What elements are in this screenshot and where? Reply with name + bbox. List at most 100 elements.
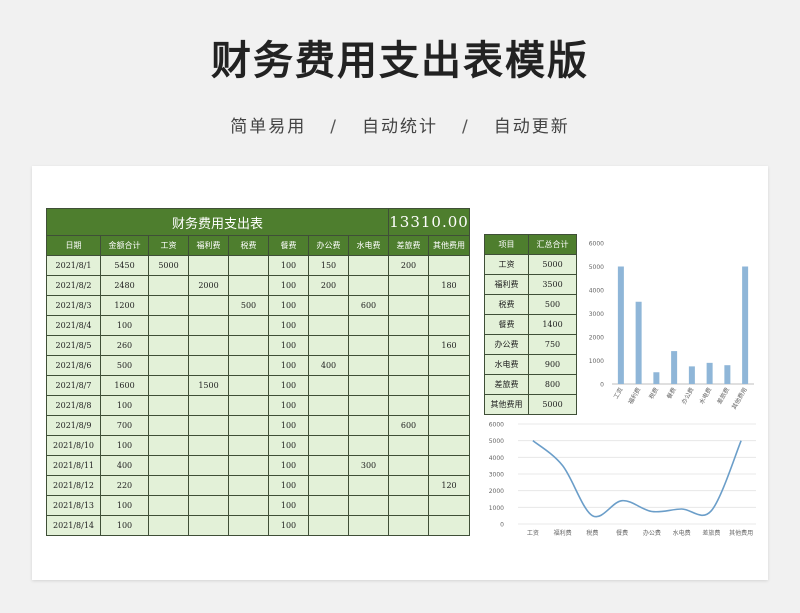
- x-tick-label: 差旅费: [702, 529, 720, 537]
- y-tick-label: 6000: [589, 241, 604, 248]
- summary-cell: 3500: [528, 274, 577, 295]
- table-cell: [308, 515, 349, 536]
- table-cell: [428, 375, 471, 396]
- table-cell: [308, 455, 349, 476]
- table-cell: [308, 295, 349, 316]
- table-cell: [347, 495, 390, 516]
- bar: [742, 266, 749, 384]
- table-cell: 1200: [100, 295, 149, 316]
- table-cell: [188, 255, 229, 276]
- table-cell: 2021/8/4: [46, 315, 101, 336]
- subtitle: 简单易用 / 自动统计 / 自动更新: [0, 112, 800, 137]
- subtitle-item-2: 自动统计: [362, 117, 438, 137]
- table-cell: [428, 515, 471, 536]
- summary-row: 福利费 3500: [484, 274, 577, 295]
- table-cell: [148, 455, 189, 476]
- table-cell: 100: [268, 435, 309, 456]
- column-header: 差旅费: [388, 235, 430, 256]
- table-cell: 2021/8/1: [46, 255, 101, 276]
- table-cell: 180: [428, 275, 471, 296]
- x-tick-label: 其他费用: [730, 386, 749, 411]
- table-cell: [388, 295, 430, 316]
- table-cell: [228, 315, 269, 336]
- table-cell: 2021/8/12: [46, 475, 101, 496]
- summary-cell: 福利费: [484, 274, 529, 295]
- table-cell: [388, 495, 430, 516]
- table-row: 2021/8/10 100 100: [46, 435, 471, 456]
- x-tick-label: 办公费: [680, 386, 696, 406]
- y-tick-label: 1000: [589, 358, 604, 365]
- x-tick-label: 税费: [647, 386, 660, 400]
- summary-cell: 750: [528, 334, 577, 355]
- table-row: 2021/8/12 220 100 120: [46, 475, 471, 496]
- y-tick-label: 1000: [489, 505, 504, 512]
- table-cell: 100: [268, 255, 309, 276]
- table-cell: [347, 355, 390, 376]
- table-cell: [428, 355, 471, 376]
- table-cell: 100: [268, 495, 309, 516]
- x-tick-label: 餐费: [616, 529, 628, 537]
- summary-cell: 工资: [484, 254, 529, 275]
- summary-cell: 800: [528, 374, 577, 395]
- table-cell: [188, 335, 229, 356]
- page-title: 财务费用支出表模版: [211, 38, 589, 84]
- table-cell: [388, 375, 430, 396]
- summary-cell: 5000: [528, 394, 577, 415]
- expense-table: 财务费用支出表 13310.00 日期 金额合计 工资 福利费 税费 餐费 办公费 水电费 差旅…: [45, 208, 471, 536]
- summary-row: 水电费 900: [484, 354, 577, 375]
- table-cell: [148, 335, 189, 356]
- table-cell: [347, 475, 390, 496]
- summary-table: 项目 汇总合计 工资 5000 福利费 3500 税费 500 餐费 1400 办公费 750 水电费…: [484, 234, 577, 415]
- table-cell: [347, 515, 390, 536]
- table-cell: [347, 315, 390, 336]
- table-cell: [308, 375, 349, 396]
- table-cell: [347, 435, 390, 456]
- table-cell: 300: [347, 455, 390, 476]
- table-cell: [228, 415, 269, 436]
- table-cell: [308, 415, 349, 436]
- line-chart: 0 1000 2000 3000 4000 5000 6000 工资 福利费 税费 餐费 办公费 水电费…: [489, 422, 756, 537]
- table-cell: [148, 355, 189, 376]
- table-cell: 100: [100, 515, 149, 536]
- x-tick-label: 办公费: [643, 529, 661, 537]
- column-header: 日期: [46, 235, 101, 256]
- subtitle-item-1: 简单易用: [230, 117, 307, 137]
- table-cell: 100: [100, 435, 149, 456]
- summary-cell: 水电费: [484, 354, 529, 375]
- table-cell: [347, 275, 390, 296]
- table-cell: 400: [308, 355, 349, 376]
- bar: [724, 365, 731, 384]
- table-cell: [148, 475, 189, 496]
- table-cell: 220: [100, 475, 149, 496]
- table-cell: [148, 315, 189, 336]
- table-cell: [347, 415, 390, 436]
- table-cell: [388, 335, 430, 356]
- y-tick-label: 4000: [489, 455, 504, 462]
- bar: [653, 372, 660, 384]
- x-tick-label: 工资: [612, 386, 625, 400]
- table-cell: [388, 455, 430, 476]
- table-row: 2021/8/11 400 100 300: [46, 455, 471, 476]
- table-cell: [428, 415, 471, 436]
- table-cell: [188, 295, 229, 316]
- table-cell: [228, 375, 269, 396]
- table-cell: [148, 515, 189, 536]
- summary-cell: 办公费: [484, 334, 529, 355]
- table-cell: [228, 475, 269, 496]
- column-header: 其他费用: [428, 235, 471, 256]
- bar: [688, 366, 695, 384]
- table-cell: [188, 415, 229, 436]
- table-cell: [428, 495, 471, 516]
- table-cell: [428, 455, 471, 476]
- y-tick-label: 5000: [589, 264, 604, 271]
- table-cell: [148, 395, 189, 416]
- table-cell: [347, 395, 390, 416]
- grand-total: 13310.00: [388, 208, 471, 236]
- table-cell: 2021/8/9: [46, 415, 101, 436]
- table-cell: 100: [268, 455, 309, 476]
- table-cell: 600: [347, 295, 390, 316]
- table-cell: [228, 275, 269, 296]
- summary-row: 其他费用 5000: [484, 394, 577, 415]
- table-cell: [388, 355, 430, 376]
- table-row: 2021/8/2 2480 2000 100 200 180: [46, 275, 471, 296]
